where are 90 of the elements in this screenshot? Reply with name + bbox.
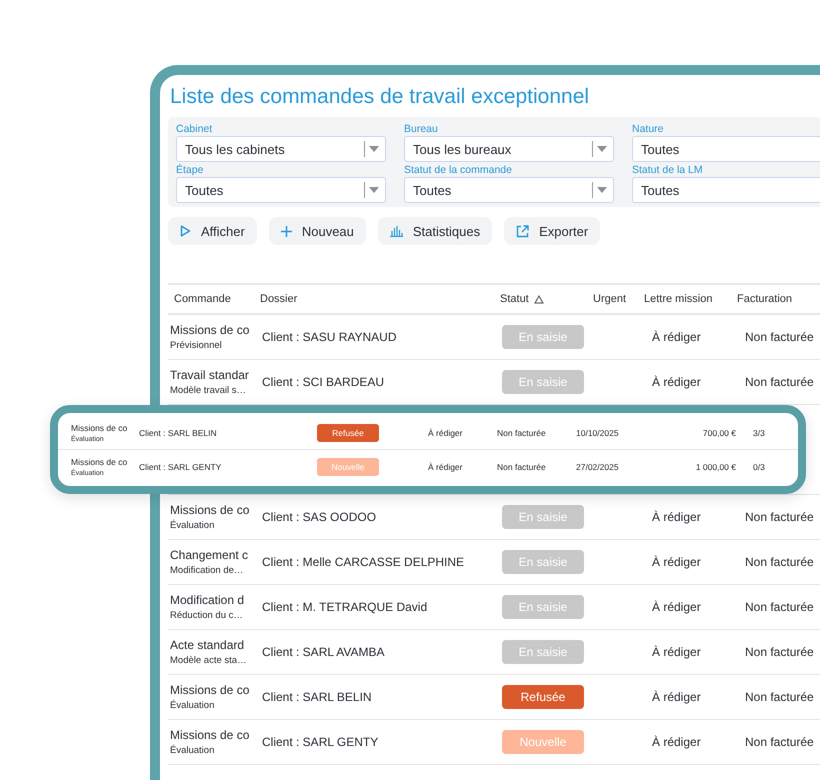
letter-status: À rédiger xyxy=(428,428,464,438)
letter-status: À rédiger xyxy=(651,375,702,389)
order-name: Missions de co xyxy=(170,323,250,337)
order-type: Évaluation xyxy=(170,520,216,531)
column-header[interactable]: Commande xyxy=(168,293,254,305)
order-type: Évaluation xyxy=(170,700,216,711)
filter-label: Statut de la commande xyxy=(404,164,513,176)
status-badge: Nouvelle xyxy=(502,730,584,754)
caret-icon xyxy=(597,146,607,152)
order-name: Missions de co xyxy=(170,503,250,517)
action-button[interactable]: Afficher xyxy=(168,217,257,245)
billing-status: Non facturée xyxy=(745,645,814,659)
billing-status: Non facturée xyxy=(745,600,814,614)
sort-ascending-icon[interactable] xyxy=(534,294,544,304)
billing-status: Non facturée xyxy=(745,510,814,524)
order-name: Missions de co xyxy=(170,728,250,742)
order-name: Missions de co xyxy=(71,456,128,466)
order-name: Missions de co xyxy=(71,422,128,432)
client-name: Client : SARL BELIN xyxy=(139,428,218,438)
column-header[interactable]: Statut xyxy=(494,293,587,305)
action-button[interactable]: Nouveau xyxy=(268,217,366,245)
bar-chart-icon xyxy=(390,225,403,237)
billing-status: Non facturée xyxy=(745,330,814,344)
export-icon xyxy=(516,224,530,238)
filter-label: Cabinet xyxy=(176,123,214,135)
plus-icon xyxy=(280,226,292,236)
letter-status: À rédiger xyxy=(651,690,702,704)
billing-status: Non facturée xyxy=(745,690,814,704)
client-name: Client : SAS OODOO xyxy=(261,510,378,524)
filter-label: Statut de la LM xyxy=(632,164,704,176)
play-icon xyxy=(180,225,191,237)
filter-select[interactable]: Tous les cabinets xyxy=(176,136,386,162)
letter-status: À rédiger xyxy=(428,462,464,472)
filter-label: Bureau xyxy=(404,123,439,135)
order-name: Missions de co xyxy=(170,683,250,697)
order-type: Évaluation xyxy=(170,745,216,756)
client-name: Client : Melle CARCASSE DELPHINE xyxy=(261,555,466,569)
action-button[interactable]: Statistiques xyxy=(378,217,492,245)
column-header[interactable]: Lettre mission xyxy=(642,293,731,305)
order-name: Travail standar xyxy=(170,368,250,382)
date: 27/02/2025 xyxy=(576,462,620,472)
amount: 700,00 € xyxy=(702,428,736,438)
order-type: Modification de… xyxy=(170,565,244,576)
letter-status: À rédiger xyxy=(651,645,702,659)
status-badge: Nouvelle xyxy=(317,458,379,476)
billing-status: Non facturée xyxy=(745,555,814,569)
letter-status: À rédiger xyxy=(651,735,702,749)
caret-icon xyxy=(369,146,379,152)
order-name: Acte standard xyxy=(170,638,246,652)
billing-status: Non facturée xyxy=(745,735,814,749)
filter-label: Nature xyxy=(632,123,665,135)
order-type: Modèle travail s… xyxy=(170,385,248,396)
ratio: 0/3 xyxy=(752,462,765,472)
action-button[interactable]: Exporter xyxy=(504,217,600,245)
order-name: Changement c xyxy=(170,548,250,562)
letter-status: À rédiger xyxy=(651,330,702,344)
filter-select[interactable]: Toutes xyxy=(404,177,614,203)
column-header[interactable]: Urgent xyxy=(587,293,642,305)
billing-status: Non facturée xyxy=(497,428,547,438)
ratio: 3/3 xyxy=(752,428,765,438)
filter-label: Étape xyxy=(176,164,204,176)
order-name: Modification d xyxy=(170,593,246,607)
order-type: Réduction du c… xyxy=(170,610,244,621)
amount: 1 000,00 € xyxy=(694,462,736,472)
column-header[interactable]: Dossier xyxy=(254,293,494,305)
client-name: Client : SARL GENTY xyxy=(261,735,380,749)
caret-icon xyxy=(597,187,607,193)
client-name: Client : M. TETRARQUE David xyxy=(261,600,428,614)
letter-status: À rédiger xyxy=(651,600,702,614)
client-name: Client : SASU RAYNAUD xyxy=(261,330,398,344)
caret-icon xyxy=(369,187,379,193)
client-name: Client : SARL GENTY xyxy=(139,462,222,472)
filter-select[interactable]: Tous les bureaux xyxy=(404,136,614,162)
order-type: Modèle acte sta… xyxy=(170,655,248,666)
column-header[interactable]: Facturation xyxy=(731,293,792,305)
date: 10/10/2025 xyxy=(576,428,620,438)
order-type: Prévisionnel xyxy=(170,340,223,351)
filter-select[interactable]: Toutes xyxy=(632,177,820,203)
billing-status: Non facturée xyxy=(497,462,547,472)
client-name: Client : SARL BELIN xyxy=(261,690,373,704)
billing-status: Non facturée xyxy=(745,375,814,389)
letter-status: À rédiger xyxy=(651,555,702,569)
status-badge: Refusée xyxy=(502,685,584,709)
status-badge: Refusée xyxy=(317,424,379,442)
page-title: Liste des commandes de travail exceptionnel xyxy=(170,85,590,109)
filter-select[interactable]: Toutes xyxy=(632,136,820,162)
filter-select[interactable]: Toutes xyxy=(176,177,386,203)
letter-status: À rédiger xyxy=(651,510,702,524)
client-name: Client : SCI BARDEAU xyxy=(261,375,386,389)
client-name: Client : SARL AVAMBA xyxy=(261,645,386,659)
